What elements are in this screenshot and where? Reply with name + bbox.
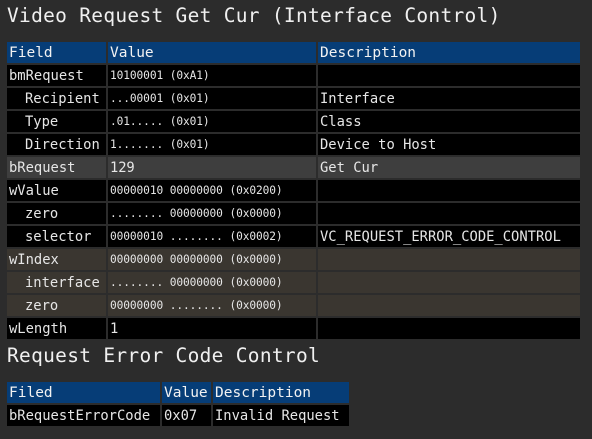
- value-cell: 10100001 (0xA1): [108, 65, 316, 86]
- field-cell: zero: [7, 295, 106, 316]
- field-cell: interface: [7, 272, 106, 293]
- table-row: interface........ 00000000 (0x0000): [7, 272, 580, 293]
- column-header-description: Description: [213, 382, 349, 403]
- error-code-table: Filed Value Description bRequestErrorCod…: [5, 380, 351, 428]
- table-row: wIndex 00000000 00000000 (0x0000): [7, 249, 580, 270]
- description-cell: Get Cur: [318, 157, 580, 178]
- table-row: bRequest 129 Get Cur: [7, 157, 580, 178]
- table-header-row: Field Value Description: [7, 42, 580, 63]
- value-cell: 1....... (0x01): [108, 134, 316, 155]
- field-cell: zero: [7, 203, 106, 224]
- value-cell: 00000010 ........ (0x0002): [108, 226, 316, 247]
- value-cell: 1: [108, 318, 316, 339]
- value-cell: 129: [108, 157, 316, 178]
- table-row: Direction 1....... (0x01) Device to Host: [7, 134, 580, 155]
- description-cell: VC_REQUEST_ERROR_CODE_CONTROL: [318, 226, 580, 247]
- field-cell: bmRequest: [7, 65, 106, 86]
- column-header-filed: Filed: [7, 382, 160, 403]
- column-header-value: Value: [162, 382, 211, 403]
- field-cell: bRequestErrorCode: [7, 405, 160, 426]
- value-cell: ........ 00000000 (0x0000): [108, 272, 316, 293]
- description-cell: Class: [318, 111, 580, 132]
- field-cell: Type: [7, 111, 106, 132]
- description-cell: [318, 249, 580, 270]
- field-cell: Direction: [7, 134, 106, 155]
- field-cell: selector: [7, 226, 106, 247]
- value-cell: 00000000 00000000 (0x0000): [108, 249, 316, 270]
- value-cell: 0x07: [162, 405, 211, 426]
- description-cell: [318, 295, 580, 316]
- column-header-value: Value: [108, 42, 316, 63]
- value-cell: ........ 00000000 (0x0000): [108, 203, 316, 224]
- column-header-field: Field: [7, 42, 106, 63]
- value-cell: ...00001 (0x01): [108, 88, 316, 109]
- value-cell: 00000010 00000000 (0x0200): [108, 180, 316, 201]
- description-cell: [318, 180, 580, 201]
- usb-request-view: Video Request Get Cur (Interface Control…: [0, 0, 592, 439]
- description-cell: Interface: [318, 88, 580, 109]
- table-row: wValue 00000010 00000000 (0x0200): [7, 180, 580, 201]
- table-row: zero 00000000 ........ (0x0000): [7, 295, 580, 316]
- section-title: Request Error Code Control: [7, 344, 321, 367]
- value-cell: 00000000 ........ (0x0000): [108, 295, 316, 316]
- description-cell: [318, 203, 580, 224]
- field-cell: wIndex: [7, 249, 106, 270]
- field-cell: Recipient: [7, 88, 106, 109]
- description-cell: [318, 272, 580, 293]
- request-fields-table: Field Value Description bmRequest 1010000…: [5, 40, 582, 341]
- table-row: bmRequest 10100001 (0xA1): [7, 65, 580, 86]
- table-header-row: Filed Value Description: [7, 382, 349, 403]
- table-row: Type .01..... (0x01) Class: [7, 111, 580, 132]
- table-row: selector 00000010 ........ (0x0002) VC_REQ…: [7, 226, 580, 247]
- value-cell: .01..... (0x01): [108, 111, 316, 132]
- description-cell: Device to Host: [318, 134, 580, 155]
- page-title: Video Request Get Cur (Interface Control…: [7, 4, 501, 27]
- table-row: Recipient ...00001 (0x01) Interface: [7, 88, 580, 109]
- field-cell: wValue: [7, 180, 106, 201]
- table-row: wLength 1: [7, 318, 580, 339]
- description-cell: [318, 65, 580, 86]
- description-cell: [318, 318, 580, 339]
- table-row: bRequestErrorCode 0x07 Invalid Request: [7, 405, 349, 426]
- table-row: zero........ 00000000 (0x0000): [7, 203, 580, 224]
- field-cell: bRequest: [7, 157, 106, 178]
- description-cell: Invalid Request: [213, 405, 349, 426]
- field-cell: wLength: [7, 318, 106, 339]
- column-header-description: Description: [318, 42, 580, 63]
